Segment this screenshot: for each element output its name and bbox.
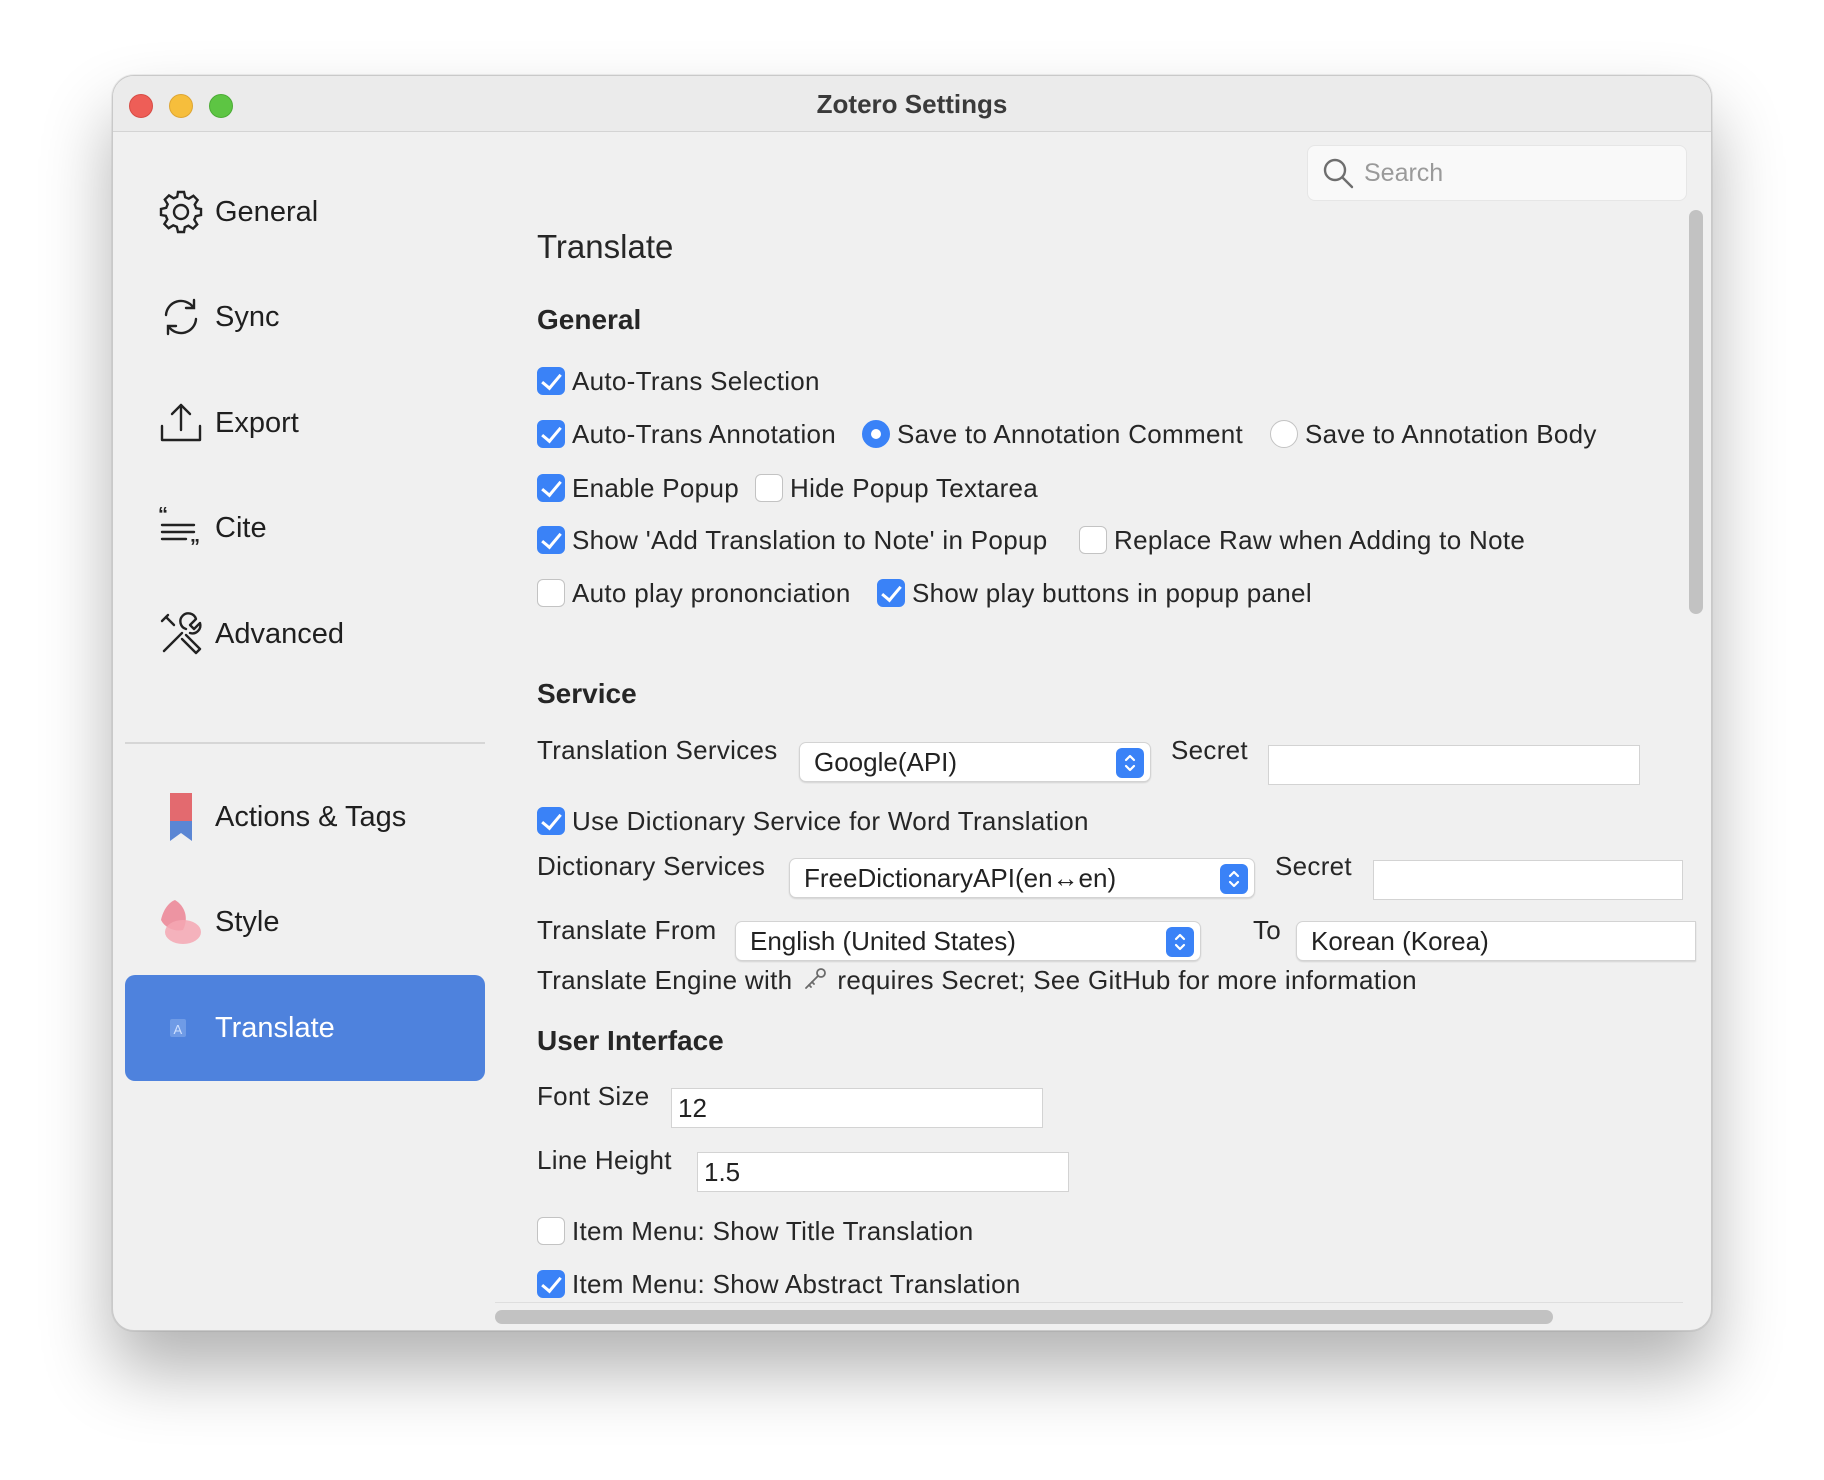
dictionary-services-label: Dictionary Services: [537, 851, 766, 881]
translate-pane: Translate General Auto-Trans Selection A…: [113, 76, 1711, 1330]
show-play-buttons-checkbox[interactable]: [877, 579, 905, 607]
show-add-translation-label: Show 'Add Translation to Note' in Popup: [572, 525, 1048, 555]
select-arrows-icon: [1166, 927, 1194, 957]
page-title: Translate: [537, 228, 674, 265]
dictionary-secret-input[interactable]: [1373, 860, 1683, 900]
translation-secret-input[interactable]: [1268, 745, 1640, 785]
use-dictionary-label: Use Dictionary Service for Word Translat…: [572, 806, 1089, 836]
user-interface-heading: User Interface: [537, 1025, 724, 1056]
translate-to-value: Korean (Korea): [1311, 925, 1489, 956]
font-size-label: Font Size: [537, 1081, 650, 1111]
save-to-body-label: Save to Annotation Body: [1305, 419, 1597, 449]
translate-from-value: English (United States): [750, 925, 1016, 956]
item-menu-title-checkbox[interactable]: [537, 1217, 565, 1245]
save-to-body-radio[interactable]: [1270, 420, 1298, 448]
engine-note: Translate Engine with requires Secret; S…: [537, 965, 1417, 999]
item-menu-abstract-label: Item Menu: Show Abstract Translation: [572, 1269, 1021, 1299]
translate-from-label: Translate From: [537, 915, 717, 945]
auto-trans-annotation-label: Auto-Trans Annotation: [572, 419, 837, 449]
enable-popup-label: Enable Popup: [572, 473, 739, 503]
translate-from-select[interactable]: English (United States): [735, 921, 1201, 961]
vertical-scrollbar[interactable]: [1689, 210, 1703, 614]
show-play-buttons-label: Show play buttons in popup panel: [912, 578, 1312, 608]
replace-raw-label: Replace Raw when Adding to Note: [1114, 525, 1526, 555]
select-arrows-icon: [1116, 748, 1144, 778]
use-dictionary-checkbox[interactable]: [537, 807, 565, 835]
key-icon: [802, 966, 828, 999]
item-menu-abstract-checkbox[interactable]: [537, 1270, 565, 1298]
save-to-comment-label: Save to Annotation Comment: [897, 419, 1244, 449]
dictionary-secret-label: Secret: [1275, 851, 1352, 881]
replace-raw-checkbox[interactable]: [1079, 526, 1107, 554]
line-height-input[interactable]: 1.5: [697, 1152, 1069, 1192]
auto-play-checkbox[interactable]: [537, 579, 565, 607]
translation-services-label: Translation Services: [537, 735, 778, 765]
enable-popup-checkbox[interactable]: [537, 474, 565, 502]
to-label: To: [1253, 915, 1282, 945]
secret-label: Secret: [1171, 735, 1248, 765]
auto-trans-selection-label: Auto-Trans Selection: [572, 366, 820, 396]
item-menu-title-label: Item Menu: Show Title Translation: [572, 1216, 974, 1246]
auto-trans-selection-checkbox[interactable]: [537, 367, 565, 395]
translation-services-select[interactable]: Google(API): [799, 742, 1151, 782]
save-to-comment-radio[interactable]: [862, 420, 890, 448]
general-heading: General: [537, 304, 642, 335]
line-height-label: Line Height: [537, 1145, 672, 1175]
service-heading: Service: [537, 678, 637, 709]
scroll-area-border: [495, 1302, 1683, 1303]
engine-note-prefix: Translate Engine with: [537, 965, 793, 995]
translation-services-value: Google(API): [814, 746, 958, 777]
font-size-input[interactable]: 12: [671, 1088, 1043, 1128]
hide-popup-textarea-label: Hide Popup Textarea: [790, 473, 1039, 503]
show-add-translation-checkbox[interactable]: [537, 526, 565, 554]
dictionary-services-select[interactable]: FreeDictionaryAPI(en↔en): [789, 858, 1255, 898]
auto-play-label: Auto play prononciation: [572, 578, 851, 608]
dictionary-services-value: FreeDictionaryAPI(en↔en): [804, 862, 1117, 893]
select-arrows-icon: [1220, 864, 1248, 894]
auto-trans-annotation-checkbox[interactable]: [537, 420, 565, 448]
hide-popup-textarea-checkbox[interactable]: [755, 474, 783, 502]
settings-window: Zotero Settings General Sync Export “ ” …: [112, 75, 1712, 1331]
translate-to-select[interactable]: Korean (Korea): [1296, 921, 1696, 961]
engine-note-suffix: requires Secret; See GitHub for more inf…: [837, 965, 1417, 995]
horizontal-scrollbar[interactable]: [495, 1310, 1553, 1324]
